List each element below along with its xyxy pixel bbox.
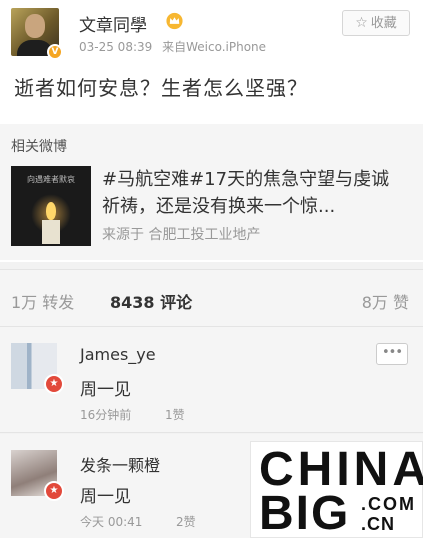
comment-like-count[interactable]: 2赞 — [176, 513, 196, 530]
avatar-face — [25, 14, 45, 38]
comment-item: ★ James_ye 周一见 16分钟前 1赞 ••• — [0, 327, 423, 433]
thumbnail-caption: 向遇难者默哀 — [27, 175, 75, 184]
commenter-name[interactable]: James_ye — [80, 345, 156, 364]
author-name[interactable]: 文章同學 — [79, 11, 147, 36]
commenter-name[interactable]: 发条一颗橙 — [80, 452, 160, 476]
watermark-cn: .CN — [361, 514, 395, 534]
comment-time: 16分钟前 — [80, 408, 132, 422]
tab-comments[interactable]: 8438 评论 — [110, 289, 192, 313]
member-badge-icon: ★ — [44, 374, 64, 394]
post-source: 来自Weico.iPhone — [162, 40, 267, 54]
candle-flame-icon — [46, 202, 56, 220]
post-text: 逝者如何安息？生者怎么坚强？ — [14, 76, 308, 100]
stats-bar: 1万 转发 8438 评论 8万 赞 — [0, 269, 423, 327]
post-meta: 03-25 08:39 来自Weico.iPhone — [79, 38, 272, 55]
related-title: 相关微博 — [11, 139, 67, 155]
comment-text: 周一见 — [80, 380, 131, 400]
more-options-button[interactable]: ••• — [376, 343, 408, 365]
watermark-line2: BIG — [259, 487, 351, 538]
crown-icon — [166, 12, 183, 30]
favorite-label: 收藏 — [370, 16, 397, 31]
tab-likes[interactable]: 8万 赞 — [362, 289, 409, 313]
related-source: 来源于 合肥工投工业地产 — [102, 227, 261, 243]
watermark-com: .COM — [361, 494, 416, 514]
comment-like-count[interactable]: 1赞 — [165, 406, 185, 423]
star-outline-icon: ☆ — [355, 15, 368, 31]
candle-icon — [42, 220, 60, 244]
tab-reposts[interactable]: 1万 转发 — [11, 289, 74, 313]
comment-text: 周一见 — [80, 487, 131, 507]
comment-time: 今天 00:41 — [80, 515, 143, 529]
chinabig-watermark-logo: CHINA BIG .COM .CN — [250, 441, 423, 538]
related-thumbnail: 向遇难者默哀 — [11, 166, 91, 246]
post-date: 03-25 08:39 — [79, 40, 153, 54]
member-badge-icon: ★ — [44, 481, 64, 501]
related-headline[interactable]: #马航空难#17天的焦急守望与虔诚祈祷，还是没有换来一个惊... — [102, 166, 402, 220]
related-weibo-card[interactable]: 相关微博 向遇难者默哀 #马航空难#17天的焦急守望与虔诚祈祷，还是没有换来一个… — [0, 124, 423, 260]
verified-badge-icon: V — [47, 44, 63, 60]
favorite-button[interactable]: ☆ 收藏 — [342, 10, 410, 36]
